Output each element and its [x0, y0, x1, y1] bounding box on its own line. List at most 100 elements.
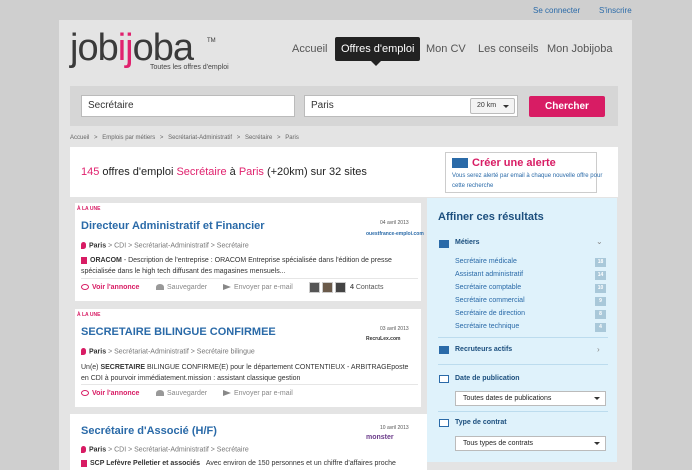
view-job-link[interactable]: Voir l'annonce	[81, 390, 139, 397]
source-logo: monster	[366, 434, 394, 441]
facet-item[interactable]: Secrétaire commercial	[455, 297, 525, 304]
breadcrumb-item-accueil[interactable]: Accueil	[70, 135, 89, 141]
chevron-down-icon[interactable]: ⌄	[596, 237, 603, 246]
create-alert-title[interactable]: Créer une alerte	[472, 157, 556, 169]
source-logo: RecruLex.com	[366, 336, 401, 342]
facet-contrat-header: Type de contrat	[455, 419, 507, 426]
featured-badge: À LA UNE	[77, 206, 101, 212]
contact-avatar[interactable]	[309, 282, 320, 293]
nav-mon-cv[interactable]: Mon CV	[426, 37, 466, 61]
breadcrumb: Accueil > Emplois par métiers > Secrétar…	[70, 135, 302, 141]
nav-accueil[interactable]: Accueil	[292, 37, 327, 61]
job-date: 03 avril 2013	[380, 326, 409, 332]
refine-title: Affiner ces résultats	[438, 211, 544, 223]
job-meta: Paris > CDI > Secrétariat-Administratif …	[81, 446, 249, 453]
mail-icon	[452, 158, 468, 168]
divider	[81, 384, 418, 385]
building-icon	[81, 256, 87, 264]
breadcrumb-separator: >	[159, 135, 164, 141]
eye-icon	[81, 390, 89, 397]
eye-icon	[81, 284, 89, 291]
divider	[438, 364, 608, 365]
nav-conseils[interactable]: Les conseils	[478, 37, 539, 61]
divider	[438, 337, 608, 338]
facet-recruteurs-header[interactable]: Recruteurs actifs	[455, 346, 512, 353]
send-icon	[223, 390, 231, 397]
facet-item[interactable]: Assistant administratif	[455, 271, 523, 278]
job-title[interactable]: Directeur Administratif et Financier	[81, 220, 265, 232]
top-bar: Se connecter S'inscrire	[0, 0, 692, 20]
facet-item[interactable]: Secrétaire de direction	[455, 310, 525, 317]
logo-wordmark: jobijoba	[70, 27, 194, 69]
chevron-right-icon[interactable]: ›	[597, 345, 600, 354]
contacts-link[interactable]: 4 Contacts	[350, 284, 383, 291]
nav-mon-jobijoba[interactable]: Mon Jobijoba	[547, 37, 612, 61]
jobijoba-logo[interactable]: jobijoba TM Toutes les offres d'emploi	[70, 27, 229, 78]
nav-active-arrow	[371, 61, 381, 66]
nav-offres-emploi[interactable]: Offres d'emploi	[335, 37, 421, 61]
facet-count: 14	[595, 271, 606, 280]
source-logo: ouestfrance-emploi.com	[366, 231, 424, 237]
chevron-down-icon	[503, 105, 509, 108]
facet-date-header: Date de publication	[455, 375, 520, 382]
view-job-link[interactable]: Voir l'annonce	[81, 284, 139, 291]
briefcase-icon	[439, 240, 449, 248]
breadcrumb-item-paris: Paris	[285, 135, 299, 141]
create-alert-subtitle: Vous serez alerté par email à chaque nou…	[452, 173, 603, 189]
location-pin-icon	[81, 348, 86, 355]
job-description: ORACOM - Description de l'entreprise : O…	[81, 256, 392, 275]
job-description: Un(e) SECRETAIRE BILINGUE CONFIRME(E) po…	[81, 364, 409, 382]
building-icon	[439, 346, 449, 354]
breadcrumb-item-secretariat[interactable]: Secrétariat-Administratif	[168, 135, 232, 141]
divider	[438, 411, 608, 412]
facet-count: 8	[595, 310, 606, 319]
facet-item[interactable]: Secrétaire médicale	[455, 258, 517, 265]
job-title[interactable]: Secrétaire d'Associé (H/F)	[81, 425, 217, 437]
job-date: 10 avril 2013	[380, 425, 409, 431]
facet-count: 4	[595, 323, 606, 332]
results-count: 145 offres d'emploi Secrétaire à Paris (…	[81, 166, 367, 178]
job-date: 04 avril 2013	[380, 220, 409, 226]
signup-link[interactable]: S'inscrire	[599, 6, 632, 15]
search-button[interactable]: Chercher	[529, 96, 605, 117]
featured-badge: À LA UNE	[77, 312, 101, 318]
contact-avatar[interactable]	[335, 282, 346, 293]
chevron-down-icon	[594, 397, 600, 400]
breadcrumb-item-secretaire[interactable]: Secrétaire	[245, 135, 272, 141]
logo-tagline: Toutes les offres d'emploi	[150, 64, 229, 71]
contact-avatar[interactable]	[322, 282, 333, 293]
login-link[interactable]: Se connecter	[533, 6, 580, 15]
send-icon	[223, 284, 231, 291]
breadcrumb-separator: >	[277, 135, 281, 141]
location-pin-icon	[81, 446, 86, 453]
email-job-button[interactable]: Envoyer par e-mail	[223, 284, 293, 291]
job-description: SCP Lefèvre Pelletier et associés Avec e…	[81, 458, 411, 469]
contract-select[interactable]: Tous types de contrats	[455, 436, 606, 451]
save-job-button[interactable]: Sauvegarder	[156, 284, 207, 291]
divider	[81, 278, 418, 279]
job-meta: Paris > Secrétariat-Administratif > Secr…	[81, 348, 255, 355]
building-icon	[81, 459, 87, 467]
facet-count: 9	[595, 297, 606, 306]
facet-metiers-header[interactable]: Métiers	[455, 239, 480, 246]
breadcrumb-separator: >	[94, 135, 98, 141]
heart-icon	[156, 284, 164, 291]
location-pin-icon	[81, 242, 86, 249]
document-icon	[439, 419, 449, 427]
breadcrumb-item-metiers[interactable]: Emplois par métiers	[102, 135, 155, 141]
facet-count: 10	[595, 284, 606, 293]
chevron-down-icon	[594, 442, 600, 445]
job-meta: Paris > CDI > Secrétariat-Administratif …	[81, 242, 249, 249]
save-job-button[interactable]: Sauvegarder	[156, 390, 207, 397]
job-search-input[interactable]: Secrétaire	[81, 95, 295, 117]
facet-item[interactable]: Secrétaire technique	[455, 323, 519, 330]
job-title[interactable]: SECRETAIRE BILINGUE CONFIRMEE	[81, 326, 276, 338]
radius-select[interactable]: 20 km	[470, 98, 515, 114]
date-select[interactable]: Toutes dates de publications	[455, 391, 606, 406]
breadcrumb-separator: >	[236, 135, 241, 141]
facet-item[interactable]: Secrétaire comptable	[455, 284, 521, 291]
email-job-button[interactable]: Envoyer par e-mail	[223, 390, 293, 397]
heart-icon	[156, 390, 164, 397]
calendar-icon	[439, 375, 449, 383]
facet-count: 18	[595, 258, 606, 267]
